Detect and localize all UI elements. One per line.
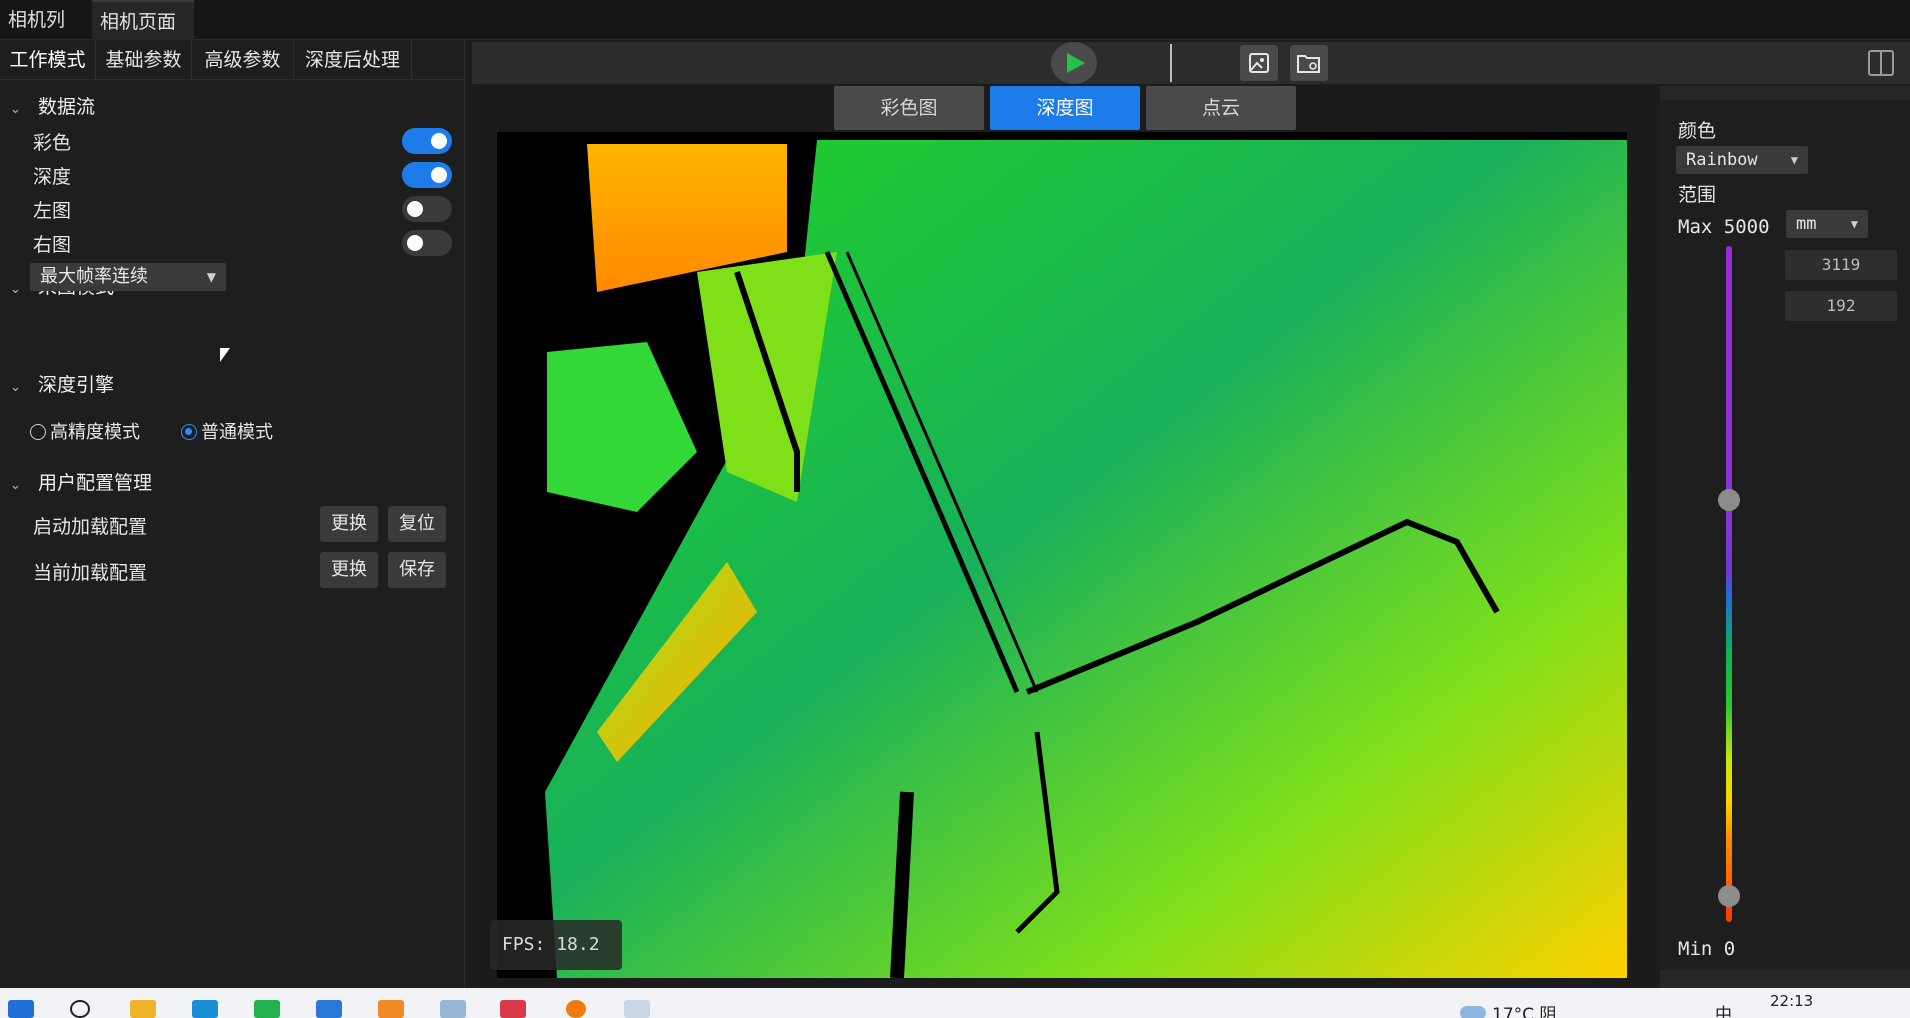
chevron-down-icon: ⌄ xyxy=(10,478,21,493)
radio-checked-icon xyxy=(181,424,197,440)
mouse-cursor-icon xyxy=(220,348,230,362)
tab-camera-list[interactable]: 相机列表 xyxy=(0,0,90,71)
weather-text: 17°C 阴 xyxy=(1492,1005,1557,1018)
top-tab-bar: 相机列表 相机页面 xyxy=(0,0,1910,71)
layout-toggle-icon[interactable] xyxy=(1868,50,1894,76)
chevron-down-icon: ⌄ xyxy=(10,282,21,297)
radio-normal-mode[interactable]: 普通模式 xyxy=(181,418,273,444)
start-icon[interactable] xyxy=(8,1000,34,1018)
tab-depth-postprocess[interactable]: 深度后处理 xyxy=(294,40,412,80)
capture-mode-select[interactable]: 最大帧率连续 ▼ xyxy=(30,263,226,291)
upper-range-input[interactable]: 3119 xyxy=(1785,250,1897,280)
tab-color-image[interactable]: 彩色图 xyxy=(834,86,984,130)
toggle-color-stream[interactable] xyxy=(402,128,452,154)
toggle-knob xyxy=(431,167,447,183)
stream-label-color: 彩色 xyxy=(33,132,72,154)
chevron-down-icon: ⌄ xyxy=(10,102,21,117)
fps-value: 18.2 xyxy=(556,934,600,955)
min-value: 0 xyxy=(1723,938,1736,960)
radio-high-precision[interactable]: 高精度模式 xyxy=(30,418,140,444)
toggle-left-stream[interactable] xyxy=(402,196,452,222)
stream-label-right: 右图 xyxy=(33,234,72,256)
startup-config-label: 启动加载配置 xyxy=(33,516,148,538)
section-title: 用户配置管理 xyxy=(38,472,153,494)
wechat-icon[interactable] xyxy=(254,1000,280,1018)
windows-taskbar xyxy=(0,988,1910,1018)
max-value: 5000 xyxy=(1723,216,1770,238)
capture-mode-value: 最大帧率连续 xyxy=(40,266,148,287)
radio-label: 普通模式 xyxy=(201,422,273,443)
section-data-stream[interactable]: ⌄ 数据流 xyxy=(10,92,95,119)
taskbar-clock[interactable]: 22:13 xyxy=(1770,992,1813,1010)
edge-icon[interactable] xyxy=(192,1000,218,1018)
section-depth-engine[interactable]: ⌄ 深度引擎 xyxy=(10,370,114,397)
stream-label-left: 左图 xyxy=(33,200,72,222)
ime-indicator[interactable]: 中 xyxy=(1715,1000,1732,1018)
snapshot-button[interactable] xyxy=(1240,45,1278,81)
toolbar-divider xyxy=(1170,44,1172,82)
weather-widget[interactable]: 17°C 阴 xyxy=(1460,1000,1556,1018)
current-replace-button[interactable]: 更换 xyxy=(320,552,378,588)
current-save-button[interactable]: 保存 xyxy=(388,552,446,588)
play-icon xyxy=(1067,53,1085,73)
current-config-label: 当前加载配置 xyxy=(33,562,148,584)
tab-point-cloud[interactable]: 点云 xyxy=(1146,86,1296,130)
depth-image-view[interactable] xyxy=(497,132,1627,978)
file-explorer-icon[interactable] xyxy=(130,1000,156,1018)
cloud-icon xyxy=(1460,1006,1486,1018)
caret-down-icon: ▼ xyxy=(1790,153,1798,167)
depth-map-image xyxy=(497,132,1627,978)
app-icon[interactable] xyxy=(440,1000,466,1018)
max-readout: Max 5000 xyxy=(1678,216,1770,238)
tab-advanced-params[interactable]: 高级参数 xyxy=(192,40,294,80)
section-user-config[interactable]: ⌄ 用户配置管理 xyxy=(10,468,152,495)
play-button[interactable] xyxy=(1051,42,1097,84)
toggle-right-stream[interactable] xyxy=(402,230,452,256)
range-upper-handle[interactable] xyxy=(1718,489,1740,511)
radio-label: 高精度模式 xyxy=(50,422,140,443)
camera-app-icon[interactable] xyxy=(624,1000,650,1018)
save-folder-button[interactable] xyxy=(1290,45,1328,81)
toggle-depth-stream[interactable] xyxy=(402,162,452,188)
color-label: 颜色 xyxy=(1678,120,1717,142)
tab-work-mode[interactable]: 工作模式 xyxy=(0,40,96,80)
folder-settings-icon xyxy=(1297,55,1320,73)
toggle-knob xyxy=(407,235,423,251)
unit-select[interactable]: mm ▼ xyxy=(1786,210,1868,238)
fps-indicator: FPS: 18.2 xyxy=(490,920,622,970)
colormap-value: Rainbow xyxy=(1686,150,1758,170)
caret-down-icon: ▼ xyxy=(1850,217,1858,231)
search-icon[interactable] xyxy=(70,1000,90,1018)
image-capture-icon xyxy=(1249,53,1269,73)
app-icon[interactable] xyxy=(378,1000,404,1018)
range-label: 范围 xyxy=(1678,184,1717,206)
colormap-select[interactable]: Rainbow ▼ xyxy=(1676,146,1808,174)
range-lower-handle[interactable] xyxy=(1718,885,1740,907)
caret-down-icon: ▼ xyxy=(206,270,216,284)
startup-replace-button[interactable]: 更换 xyxy=(320,506,378,542)
toggle-knob xyxy=(431,133,447,149)
unit-value: mm xyxy=(1796,214,1817,234)
stream-label-depth: 深度 xyxy=(33,166,72,188)
stream-toolbar xyxy=(472,42,1910,84)
fps-label: FPS: xyxy=(502,934,546,955)
word-icon[interactable] xyxy=(316,1000,342,1018)
toggle-knob xyxy=(407,201,423,217)
min-readout: Min 0 xyxy=(1678,938,1735,960)
startup-reset-button[interactable]: 复位 xyxy=(388,506,446,542)
radio-icon xyxy=(30,424,46,440)
app-icon[interactable] xyxy=(566,1000,586,1018)
lower-range-input[interactable]: 192 xyxy=(1785,291,1897,321)
tab-camera-page[interactable]: 相机页面 xyxy=(92,0,194,40)
app-icon[interactable] xyxy=(500,1000,526,1018)
section-title: 深度引擎 xyxy=(38,374,115,396)
parameter-tabs: 工作模式 基础参数 高级参数 深度后处理 xyxy=(0,40,465,80)
colormap-range-bar xyxy=(1726,246,1732,922)
tab-basic-params[interactable]: 基础参数 xyxy=(96,40,192,80)
max-label: Max xyxy=(1678,216,1713,238)
tab-depth-image[interactable]: 深度图 xyxy=(990,86,1140,130)
chevron-down-icon: ⌄ xyxy=(10,380,21,395)
section-title: 数据流 xyxy=(38,96,96,118)
min-label: Min xyxy=(1678,938,1713,960)
